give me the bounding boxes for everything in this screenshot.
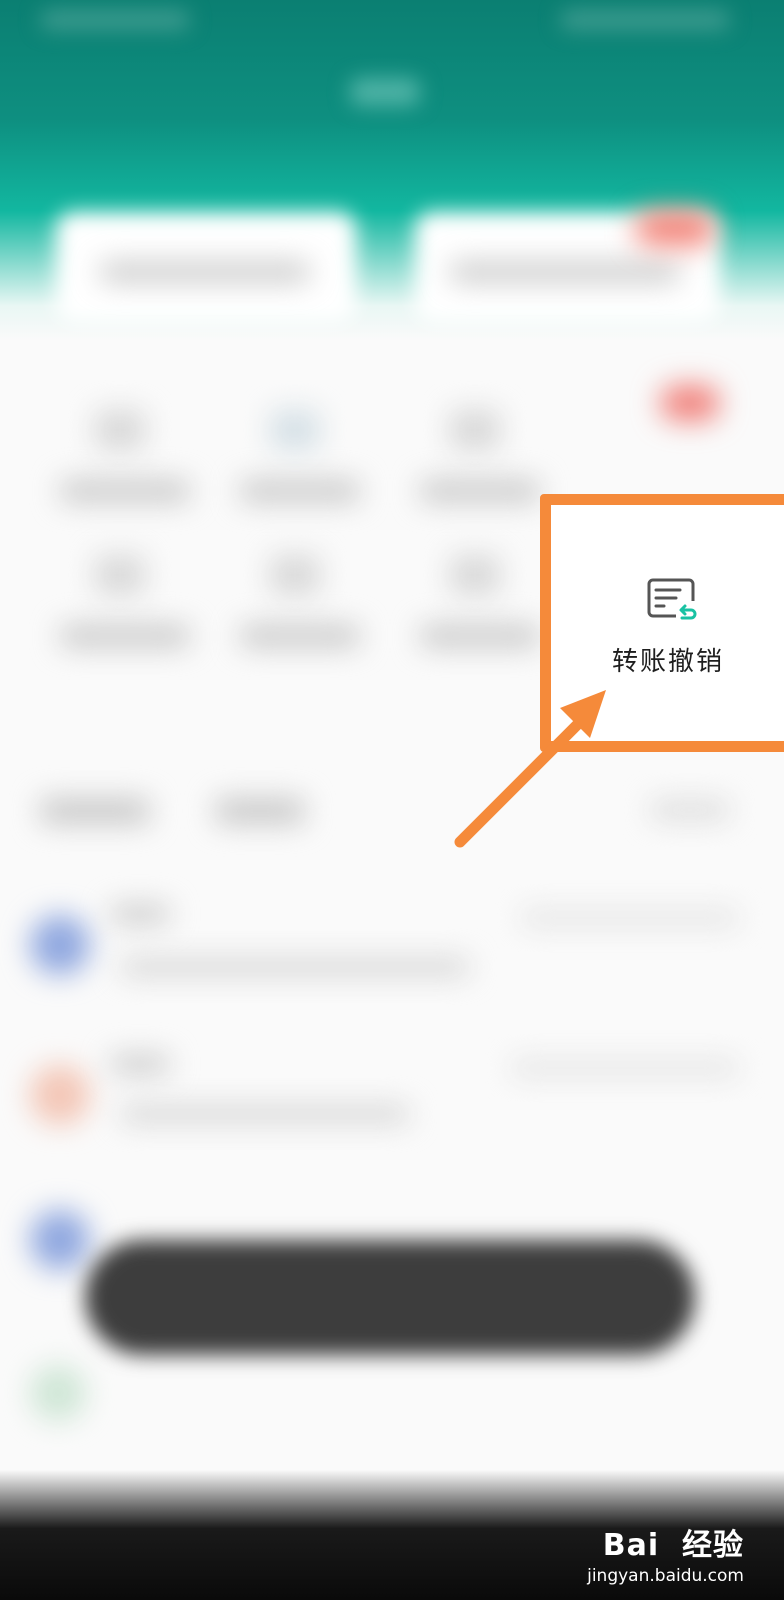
baidu-url: jingyan.baidu.com <box>587 1566 744 1586</box>
status-bar-blurred <box>40 10 190 30</box>
grid-icon-2-blurred <box>270 410 320 450</box>
transfer-revoke-label: 转账撤销 <box>611 647 724 677</box>
transfer-revoke-shortcut[interactable]: 转账撤销 <box>551 505 784 741</box>
grid-icon-7-blurred <box>450 555 500 595</box>
grid-item-6-blurred[interactable] <box>240 625 360 647</box>
list-row-2-right-blurred <box>510 1060 740 1076</box>
status-bar-right-blurred <box>560 10 730 30</box>
grid-item-2-blurred[interactable] <box>240 480 360 502</box>
list-row-2-title-blurred <box>110 1055 170 1073</box>
list-avatar-1-blurred <box>30 915 90 975</box>
header-title-blurred <box>350 78 420 106</box>
baidu-watermark: Bai 经验 jingyan.baidu.com <box>587 1520 744 1586</box>
grid-item-7-blurred[interactable] <box>420 625 540 647</box>
grid-icon-5-blurred <box>95 555 145 595</box>
list-avatar-3-blurred <box>30 1210 90 1270</box>
highlighted-shortcut-frame: 转账撤销 <box>540 494 784 752</box>
toast-blurred <box>85 1240 695 1355</box>
list-avatar-4-blurred <box>30 1365 86 1421</box>
receipt-undo-icon <box>647 578 698 621</box>
grid-item-5-blurred[interactable] <box>60 625 190 647</box>
list-row-1-right-blurred <box>520 910 740 926</box>
grid-icon-6-blurred <box>270 555 320 595</box>
section-more-blurred[interactable] <box>650 800 730 820</box>
grid-icon-3-blurred <box>450 410 500 450</box>
list-row-1-title-blurred <box>110 905 170 923</box>
section-tab-2-blurred[interactable] <box>215 798 305 824</box>
baidu-logo: Bai 经验 <box>602 1528 744 1563</box>
grid-icon-1-blurred <box>95 410 145 450</box>
grid-red-badge-blurred <box>660 385 720 421</box>
list-row-2-sub-blurred <box>120 1105 410 1123</box>
top-card-right-label-blurred <box>450 262 680 282</box>
top-card-left-label-blurred <box>100 262 310 282</box>
red-badge-blurred <box>635 210 715 246</box>
grid-item-1-blurred[interactable] <box>60 480 190 502</box>
grid-item-3-blurred[interactable] <box>420 480 540 502</box>
section-tab-1-blurred[interactable] <box>40 798 150 824</box>
list-avatar-2-blurred <box>30 1065 90 1125</box>
list-row-1-sub-blurred <box>120 958 470 976</box>
